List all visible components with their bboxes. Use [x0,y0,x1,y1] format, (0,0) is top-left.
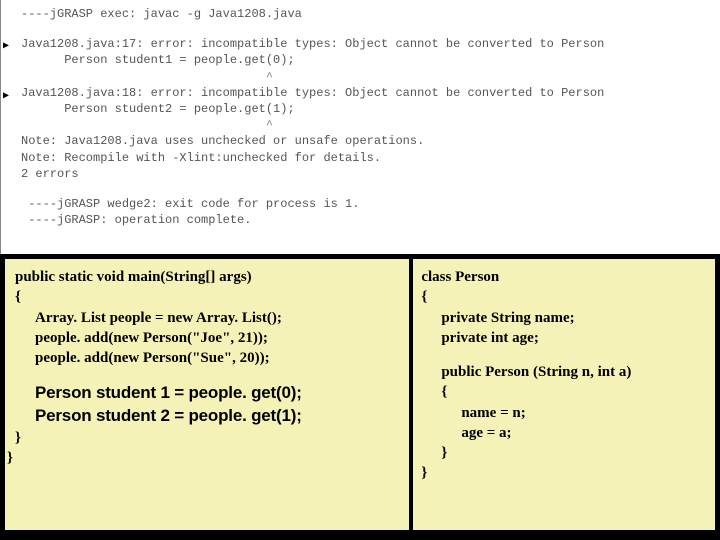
console-caret: ^ [21,69,712,85]
code-line: class Person [421,269,499,285]
code-brace: { [421,382,709,402]
console-line: Java1208.java:18: error: incompatible ty… [21,85,712,101]
console-line: 2 errors [21,166,712,182]
main-method-code: public static void main(String[] args) {… [5,259,413,530]
code-brace: } [421,443,709,463]
code-line: public Person (String n, int a) [421,362,709,382]
error-marker-icon: ▶ [3,90,9,104]
console-line: Person student1 = people.get(0); [21,52,712,68]
code-line: private String name; [421,308,709,328]
code-line: public static void main(String[] args) [15,269,252,285]
code-panels: public static void main(String[] args) {… [0,254,720,535]
console-line: Java1208.java:17: error: incompatible ty… [21,36,712,52]
code-brace: } [421,463,709,483]
console-line: Person student2 = people.get(1); [21,101,712,117]
code-brace: { [421,289,427,305]
console-caret: ^ [21,117,712,133]
highlighted-code-line: Person student 2 = people. get(1); [15,405,403,428]
console-line: ----jGRASP exec: javac -g Java1208.java [21,6,712,22]
code-brace: { [15,289,21,305]
code-line: people. add(new Person("Sue", 20)); [15,348,403,368]
code-line: name = n; [421,403,709,423]
console-line: Note: Java1208.java uses unchecked or un… [21,133,712,149]
console-line: ----jGRASP: operation complete. [21,212,712,228]
console-line: Note: Recompile with -Xlint:unchecked fo… [21,150,712,166]
person-class-code: class Person { private String name; priv… [413,259,715,530]
highlighted-code-line: Person student 1 = people. get(0); [15,382,403,405]
code-line: age = a; [421,423,709,443]
compiler-output: ----jGRASP exec: javac -g Java1208.java … [0,0,720,254]
console-line: ----jGRASP wedge2: exit code for process… [21,196,712,212]
code-brace: } [7,448,403,468]
code-brace: } [15,428,403,448]
code-line: people. add(new Person("Joe", 21)); [15,328,403,348]
code-line: private int age; [421,328,709,348]
error-marker-icon: ▶ [3,40,9,54]
code-line: Array. List people = new Array. List(); [15,308,403,328]
